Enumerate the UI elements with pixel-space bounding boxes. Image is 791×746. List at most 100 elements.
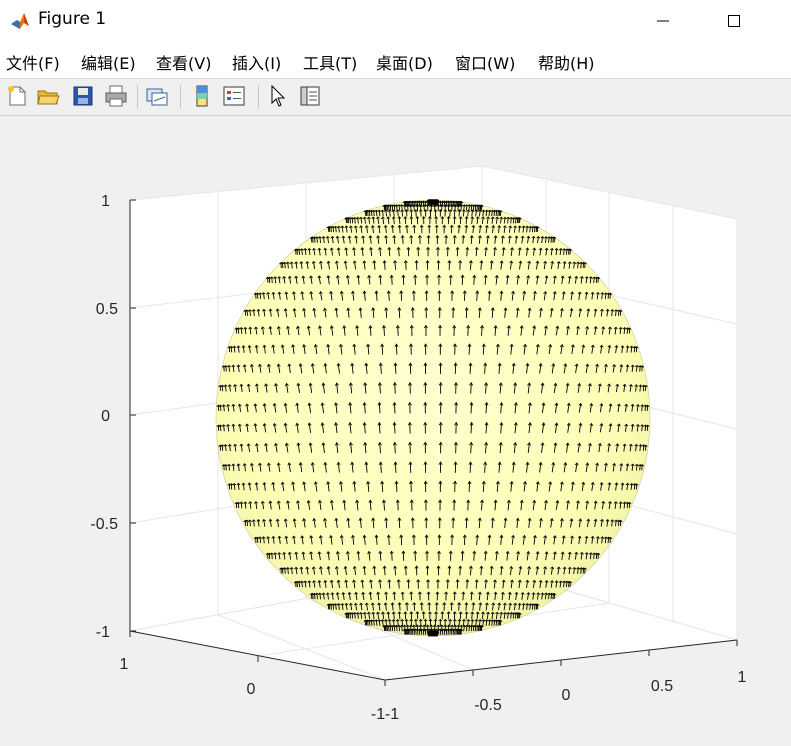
quiver-arrow — [458, 602, 460, 611]
quiver-arrow — [398, 517, 401, 529]
quiver-arrow — [515, 217, 517, 224]
menu-tools[interactable]: 工具(T) — [303, 50, 357, 74]
quiver-arrow — [470, 625, 473, 632]
quiver-arrow — [467, 325, 469, 336]
quiver-arrow — [230, 346, 233, 353]
new-figure-icon[interactable] — [5, 84, 29, 108]
quiver-arrow — [399, 225, 401, 234]
quiver-arrow — [394, 462, 397, 473]
quiver-arrow — [458, 225, 460, 234]
quiver-arrow — [626, 502, 629, 509]
toolbar-separator — [180, 85, 181, 109]
minimize-icon — [657, 20, 669, 22]
quiver-arrow — [644, 424, 647, 432]
quiver-arrow — [459, 611, 462, 620]
quiver-arrow — [580, 262, 582, 269]
axes-3d[interactable]: 1 0.5 0 -0.5 -1 1 0 -1 -1 -0.5 0 0.5 1 — [0, 116, 791, 746]
quiver-arrow — [398, 611, 401, 620]
quiver-arrow — [219, 424, 222, 432]
quiver-arrow — [465, 216, 468, 225]
open-file-icon[interactable] — [36, 84, 60, 108]
quiver-arrow — [395, 481, 398, 492]
quiver-arrow — [473, 551, 475, 561]
quiver-arrow — [219, 404, 222, 412]
menu-desktop[interactable]: 桌面(D) — [376, 50, 433, 74]
quiver-arrow — [406, 225, 408, 234]
quiver-arrow — [473, 275, 475, 285]
toolbar-separator — [137, 85, 138, 109]
x-tick-label: -0.5 — [474, 697, 502, 714]
quiver-arrow — [281, 262, 284, 269]
quiver-arrow — [256, 537, 259, 544]
minimize-button[interactable] — [640, 0, 686, 42]
quiver-arrow — [410, 209, 413, 217]
quiver-arrow — [221, 444, 224, 451]
insert-legend-icon[interactable] — [222, 84, 246, 108]
x-tick-label: -1 — [385, 706, 399, 723]
quiver-arrow — [462, 619, 465, 627]
quiver-arrow — [330, 226, 332, 233]
quiver-arrow — [641, 464, 643, 471]
quiver-arrow — [313, 236, 316, 243]
quiver-arrow — [454, 625, 456, 632]
print-icon[interactable] — [104, 84, 128, 108]
quiver-arrow — [395, 344, 398, 355]
quiver-arrow — [406, 602, 408, 611]
menu-edit[interactable]: 编辑(E) — [81, 50, 136, 74]
title-bar[interactable]: Figure 1 — [0, 0, 791, 42]
window-title: Figure 1 — [38, 9, 107, 29]
quiver-arrow — [268, 553, 271, 559]
quiver-arrow — [462, 592, 464, 601]
quiver-arrow — [404, 611, 407, 620]
quiver-arrow — [595, 553, 598, 559]
menu-file[interactable]: 文件(F) — [6, 50, 60, 74]
quiver-arrow — [223, 365, 225, 372]
quiver-arrow — [593, 276, 595, 284]
insert-colorbar-icon[interactable] — [190, 84, 214, 108]
quiver-arrow — [398, 216, 401, 225]
quiver-arrow — [617, 520, 620, 527]
quiver-arrow — [550, 593, 553, 600]
quiver-arrow — [402, 592, 404, 601]
quiver-arrow — [393, 422, 396, 434]
property-inspector-icon[interactable] — [298, 84, 322, 108]
maximize-button[interactable] — [711, 0, 757, 42]
quiver-arrow — [465, 517, 468, 529]
quiver-arrow — [225, 464, 227, 471]
quiver-arrow — [284, 262, 286, 269]
menu-insert[interactable]: 插入(I) — [232, 50, 281, 74]
menu-view[interactable]: 查看(V) — [156, 50, 211, 74]
quiver-arrow — [642, 444, 645, 451]
quiver-arrow — [644, 404, 647, 412]
link-plot-icon[interactable] — [145, 84, 169, 108]
quiver-arrow — [330, 603, 332, 610]
quiver-arrow — [399, 602, 401, 611]
quiver-arrow — [465, 611, 468, 620]
quiver-arrow — [246, 520, 249, 527]
quiver-arrow — [626, 327, 629, 334]
quiver-arrow — [237, 327, 240, 334]
quiver-arrow — [391, 275, 393, 285]
figure-window: Figure 1 文件(F) 编辑(E) 查看(V) 插入(I) 工具(T) 桌… — [0, 0, 791, 746]
quiver-arrow — [465, 225, 467, 234]
quiver-arrow — [394, 566, 396, 576]
quiver-arrow — [449, 629, 451, 635]
edit-plot-icon[interactable] — [266, 84, 290, 108]
quiver-arrow — [607, 537, 610, 544]
quiver-arrow — [451, 625, 453, 632]
figure-canvas: 1 0.5 0 -0.5 -1 1 0 -1 -1 -0.5 0 0.5 1 — [0, 116, 791, 746]
quiver-arrow — [593, 552, 595, 560]
quiver-arrow — [459, 216, 462, 225]
save-icon[interactable] — [71, 84, 95, 108]
quiver-arrow — [415, 201, 417, 207]
quiver-arrow — [617, 309, 620, 316]
quiver-arrow — [312, 236, 314, 243]
y-tick-label: 0 — [247, 681, 256, 698]
quiver-arrow — [393, 402, 396, 414]
quiver-arrow — [281, 567, 284, 574]
quiver-arrow — [469, 363, 472, 374]
menu-window[interactable]: 窗口(W) — [455, 50, 515, 74]
menu-help[interactable]: 帮助(H) — [538, 50, 595, 74]
quiver-arrow — [221, 385, 224, 392]
quiver-arrow — [404, 216, 407, 225]
